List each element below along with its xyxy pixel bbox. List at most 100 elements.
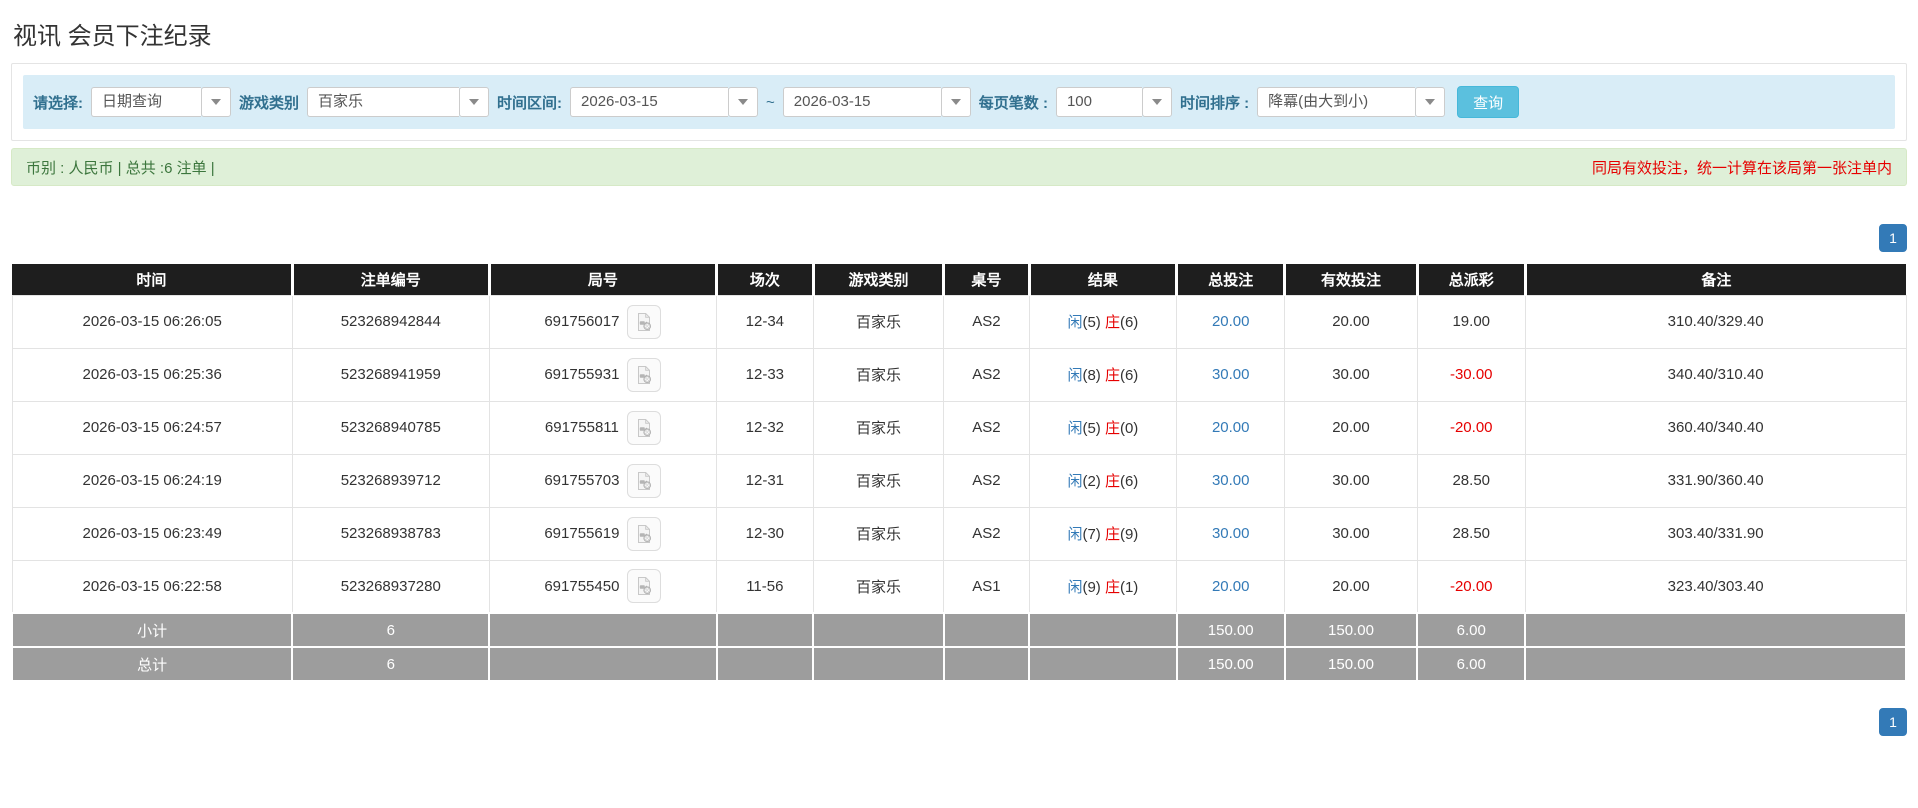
date-to-value[interactable]: 2026-03-15 xyxy=(782,87,941,117)
game-type: 百家乐 xyxy=(812,400,945,455)
query-mode-value[interactable]: 日期查询 xyxy=(91,87,201,117)
bet-time: 2026-03-15 06:25:36 xyxy=(11,347,293,402)
page-size-value[interactable]: 100 xyxy=(1055,87,1142,117)
chevron-down-icon[interactable] xyxy=(201,87,231,117)
banker-result-label: 庄 xyxy=(1104,314,1120,331)
video-replay-button[interactable] xyxy=(627,357,662,392)
player-result-score: (9) xyxy=(1082,578,1105,596)
valid-bet: 30.00 xyxy=(1284,506,1418,561)
date-from-select[interactable]: 2026-03-15 xyxy=(570,87,759,117)
round-cell: 691755703 xyxy=(488,453,718,508)
currency-summary: 币别 : 人民币 | 总共 :6 注单 | xyxy=(26,159,215,177)
column-header: 时间 xyxy=(12,264,293,295)
bet-records-table: 时间 注单编号 局号 场次 游戏类别 桌号 结果 总投注 有效投注 总派彩 备注 2026-03-1… xyxy=(10,264,1907,682)
valid-bet: 20.00 xyxy=(1284,400,1418,455)
session: 12-34 xyxy=(716,294,814,349)
chevron-down-icon[interactable] xyxy=(728,87,759,117)
table-row: 2026-03-15 06:26:05 523268942844 691756017… xyxy=(11,294,1907,349)
total-bet-cell: 20.00 xyxy=(1176,294,1286,349)
total-row-cell xyxy=(488,646,718,682)
result-cell: 闲(5) 庄(6) xyxy=(1028,294,1178,349)
page-size-label: 每页笔数 : xyxy=(978,94,1048,112)
query-mode-select[interactable]: 日期查询 xyxy=(91,87,231,117)
date-range-tilde: ~ xyxy=(766,93,775,111)
round-id: 691755450 xyxy=(544,577,620,595)
search-button[interactable]: 查询 xyxy=(1457,86,1520,118)
table-no: AS2 xyxy=(943,400,1030,455)
time-sort-label: 时间排序 : xyxy=(1179,94,1250,112)
valid-bet: 30.00 xyxy=(1284,347,1418,402)
total-bet-link[interactable]: 30.00 xyxy=(1212,525,1250,542)
game-type: 百家乐 xyxy=(812,506,945,561)
filter-panel: 请选择: 日期查询 游戏类别 百家乐 时间区间: 2026-03-15 ~ 20… xyxy=(11,63,1907,141)
column-header: 总派彩 xyxy=(1415,264,1526,295)
video-replay-icon xyxy=(638,524,652,543)
column-header: 注单编号 xyxy=(290,264,490,295)
session: 11-56 xyxy=(716,559,814,614)
column-header: 桌号 xyxy=(942,264,1030,295)
chevron-down-icon[interactable] xyxy=(1141,87,1172,117)
game-type-select[interactable]: 百家乐 xyxy=(307,87,490,117)
bet-id: 523268941959 xyxy=(291,347,490,402)
chevron-down-icon[interactable] xyxy=(940,87,971,117)
total-row: 总计 6 150.00 150.00 6.00 xyxy=(10,646,1907,682)
video-replay-button[interactable] xyxy=(627,516,662,551)
valid-bet: 20.00 xyxy=(1284,294,1418,349)
total-bet-link[interactable]: 30.00 xyxy=(1212,366,1250,383)
round-id: 691755811 xyxy=(544,419,619,436)
payout: 28.50 xyxy=(1416,453,1526,508)
round-wrap: 691755703 xyxy=(544,463,662,498)
banker-result-score: (0) xyxy=(1119,420,1139,437)
player-result-score: (5) xyxy=(1082,420,1105,437)
time-sort-select[interactable]: 降冪(由大到小) xyxy=(1257,87,1446,117)
video-replay-button[interactable] xyxy=(627,569,662,604)
total-bet-link[interactable]: 20.00 xyxy=(1212,313,1250,330)
round-wrap: 691756017 xyxy=(544,304,662,339)
result-cell: 闲(2) 庄(6) xyxy=(1028,453,1178,508)
table-row: 2026-03-15 06:23:49 523268938783 691755619… xyxy=(11,506,1907,561)
page-size-select[interactable]: 100 xyxy=(1055,87,1172,117)
bet-id: 523268940785 xyxy=(291,400,490,455)
player-result-score: (2) xyxy=(1082,473,1105,490)
valid-bet: 20.00 xyxy=(1284,559,1418,614)
player-result-label: 闲 xyxy=(1067,367,1083,384)
chevron-down-icon[interactable] xyxy=(459,87,490,117)
table-row: 2026-03-15 06:22:58 523268937280 691755450… xyxy=(11,559,1907,614)
note: 340.40/310.40 xyxy=(1524,347,1907,402)
game-type-value[interactable]: 百家乐 xyxy=(307,87,460,117)
column-header: 结果 xyxy=(1027,264,1177,295)
subtotal-row-cell: 150.00 xyxy=(1283,612,1419,648)
subtotal-row-cell xyxy=(812,612,945,648)
banker-result-label: 庄 xyxy=(1104,578,1120,596)
total-row-cell xyxy=(1524,646,1907,682)
date-to-select[interactable]: 2026-03-15 xyxy=(782,87,971,117)
total-bet-link[interactable]: 30.00 xyxy=(1212,472,1250,489)
subtotal-row-cell xyxy=(715,612,815,648)
total-bet-cell: 30.00 xyxy=(1176,347,1286,402)
player-result-score: (5) xyxy=(1082,314,1105,331)
banker-result-score: (6) xyxy=(1119,473,1139,490)
total-bet-link[interactable]: 20.00 xyxy=(1212,419,1250,436)
chevron-down-icon[interactable] xyxy=(1415,87,1446,117)
video-replay-button[interactable] xyxy=(627,463,662,498)
video-replay-button[interactable] xyxy=(627,304,662,339)
note: 331.90/360.40 xyxy=(1524,453,1907,508)
time-sort-value[interactable]: 降冪(由大到小) xyxy=(1257,87,1416,117)
page-1-button[interactable]: 1 xyxy=(1879,224,1907,252)
game-type: 百家乐 xyxy=(812,294,945,349)
pagination-top: 1 xyxy=(11,224,1907,252)
round-cell: 691755450 xyxy=(488,559,718,614)
date-from-value[interactable]: 2026-03-15 xyxy=(570,87,729,117)
valid-bet: 30.00 xyxy=(1284,453,1418,508)
result-cell: 闲(8) 庄(6) xyxy=(1028,347,1178,402)
page-1-button[interactable]: 1 xyxy=(1879,708,1907,736)
total-bet-link[interactable]: 20.00 xyxy=(1212,578,1250,595)
video-replay-button[interactable] xyxy=(626,410,661,445)
subtotal-row-cell xyxy=(488,612,718,648)
subtotal-row: 小计 6 150.00 150.00 6.00 xyxy=(10,612,1907,648)
video-replay-icon xyxy=(638,365,652,384)
session: 12-33 xyxy=(716,347,814,402)
round-wrap: 691755450 xyxy=(544,569,662,604)
total-bet-cell: 30.00 xyxy=(1176,506,1286,561)
bet-id: 523268938783 xyxy=(291,506,490,561)
